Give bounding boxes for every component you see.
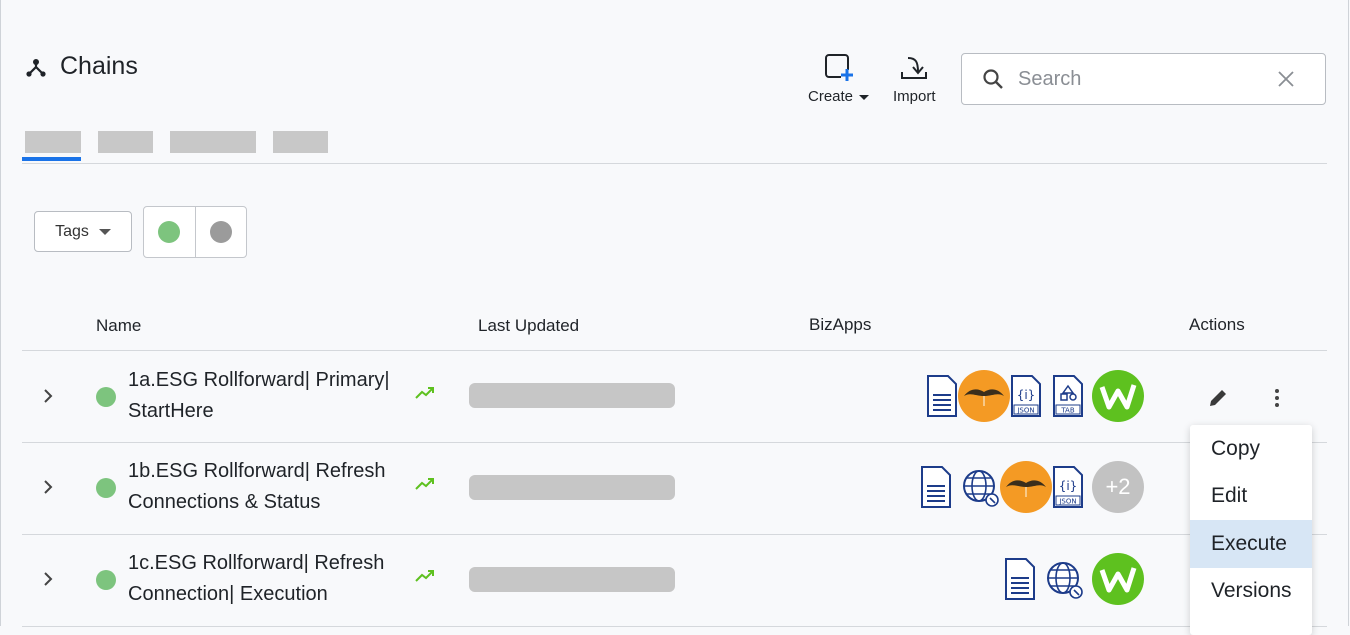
- create-label: Create: [808, 88, 854, 105]
- status-dot: [96, 570, 116, 590]
- tab-1[interactable]: [25, 131, 81, 153]
- json-icon[interactable]: {i} JSON: [1050, 464, 1086, 510]
- tags-label: Tags: [55, 222, 89, 240]
- document-icon[interactable]: [924, 373, 960, 419]
- menu-item-versions[interactable]: Versions: [1190, 568, 1312, 616]
- status-filter-inactive[interactable]: [194, 207, 247, 257]
- chevron-right-icon[interactable]: [40, 479, 56, 495]
- svg-text:JSON: JSON: [1016, 407, 1034, 415]
- chain-name-line: 1b.ESG Rollforward| Refresh: [128, 460, 386, 482]
- edit-icon[interactable]: [1206, 386, 1230, 410]
- tab-2[interactable]: [98, 131, 153, 153]
- menu-item-copy[interactable]: Copy: [1190, 425, 1312, 473]
- tab-icon[interactable]: TAB: [1050, 373, 1086, 419]
- globe-icon[interactable]: [1044, 556, 1086, 602]
- table-row[interactable]: 1b.ESG Rollforward| Refresh Connections …: [22, 443, 1327, 535]
- chain-name[interactable]: 1c.ESG Rollforward| Refresh Connection| …: [128, 548, 418, 610]
- chain-name[interactable]: 1b.ESG Rollforward| Refresh Connections …: [128, 456, 418, 518]
- tab-4[interactable]: [273, 131, 328, 153]
- create-icon: [824, 54, 853, 82]
- mustache-icon[interactable]: [1000, 461, 1052, 513]
- chain-name-line: StartHere: [128, 400, 214, 422]
- bizapps-list: [1002, 551, 1144, 607]
- chevron-down-icon: [98, 228, 111, 235]
- active-tab-indicator: [22, 157, 81, 161]
- search-box: [961, 53, 1326, 105]
- status-dot: [96, 387, 116, 407]
- trending-up-icon: [415, 570, 434, 582]
- chain-name[interactable]: 1a.ESG Rollforward| Primary| StartHere: [128, 365, 418, 427]
- last-updated-redacted: [469, 475, 675, 500]
- chevron-down-icon: [859, 94, 870, 100]
- chain-name-line: 1c.ESG Rollforward| Refresh: [128, 552, 385, 574]
- column-header-last-updated[interactable]: Last Updated: [478, 316, 579, 336]
- close-icon[interactable]: [1277, 70, 1295, 88]
- chain-name-line: Connections & Status: [128, 491, 321, 513]
- page-title: Chains: [60, 52, 138, 80]
- chevron-right-icon[interactable]: [40, 388, 56, 404]
- more-bizapps-badge[interactable]: +2: [1092, 461, 1144, 513]
- svg-text:TAB: TAB: [1060, 407, 1075, 415]
- w-icon[interactable]: [1092, 553, 1144, 605]
- bizapps-list: {i} JSON TAB: [924, 368, 1144, 424]
- green-dot-icon: [158, 221, 181, 243]
- globe-icon[interactable]: [960, 464, 1002, 510]
- page-header: Chains: [24, 52, 138, 81]
- svg-text:JSON: JSON: [1058, 498, 1076, 506]
- json-icon[interactable]: {i} JSON: [1008, 373, 1044, 419]
- import-label: Import: [893, 88, 936, 105]
- menu-item-execute[interactable]: Execute: [1190, 520, 1312, 568]
- column-header-actions: Actions: [1189, 315, 1245, 334]
- status-dot: [96, 478, 116, 498]
- status-filter: [143, 206, 247, 258]
- last-updated-redacted: [469, 567, 675, 592]
- chain-network-icon: [26, 58, 46, 77]
- tab-3[interactable]: [170, 131, 256, 153]
- document-icon[interactable]: [1002, 556, 1038, 602]
- table-row[interactable]: 1a.ESG Rollforward| Primary| StartHere {…: [22, 351, 1327, 443]
- more-vertical-icon[interactable]: [1265, 386, 1289, 410]
- svg-text:{i}: {i}: [1059, 479, 1078, 493]
- svg-text:{i}: {i}: [1017, 388, 1036, 402]
- trending-up-icon: [415, 478, 434, 490]
- menu-item-edit[interactable]: Edit: [1190, 473, 1312, 521]
- column-header-bizapps: BizApps: [809, 315, 872, 334]
- mustache-icon[interactable]: [958, 370, 1010, 422]
- search-icon: [983, 69, 1003, 89]
- chain-name-line: Connection| Execution: [128, 583, 328, 605]
- table-row[interactable]: 1c.ESG Rollforward| Refresh Connection| …: [22, 535, 1327, 627]
- tags-filter-button[interactable]: Tags: [34, 211, 132, 252]
- tab-bar: [22, 131, 1327, 164]
- create-button[interactable]: Create: [808, 52, 870, 105]
- column-header-name[interactable]: Name: [96, 316, 141, 336]
- document-icon[interactable]: [918, 464, 954, 510]
- chevron-right-icon[interactable]: [40, 571, 56, 587]
- trending-up-icon: [415, 387, 434, 399]
- w-icon[interactable]: [1092, 370, 1144, 422]
- chain-name-line: 1a.ESG Rollforward| Primary|: [128, 369, 390, 391]
- bizapps-list: {i} JSON +2: [918, 459, 1144, 515]
- search-input[interactable]: [1016, 66, 1270, 92]
- import-icon: [901, 57, 928, 79]
- import-button[interactable]: Import: [893, 52, 936, 105]
- row-actions-menu: Copy Edit Execute Versions: [1190, 425, 1312, 635]
- status-filter-active[interactable]: [144, 207, 195, 257]
- last-updated-redacted: [469, 383, 675, 408]
- gray-dot-icon: [209, 221, 232, 243]
